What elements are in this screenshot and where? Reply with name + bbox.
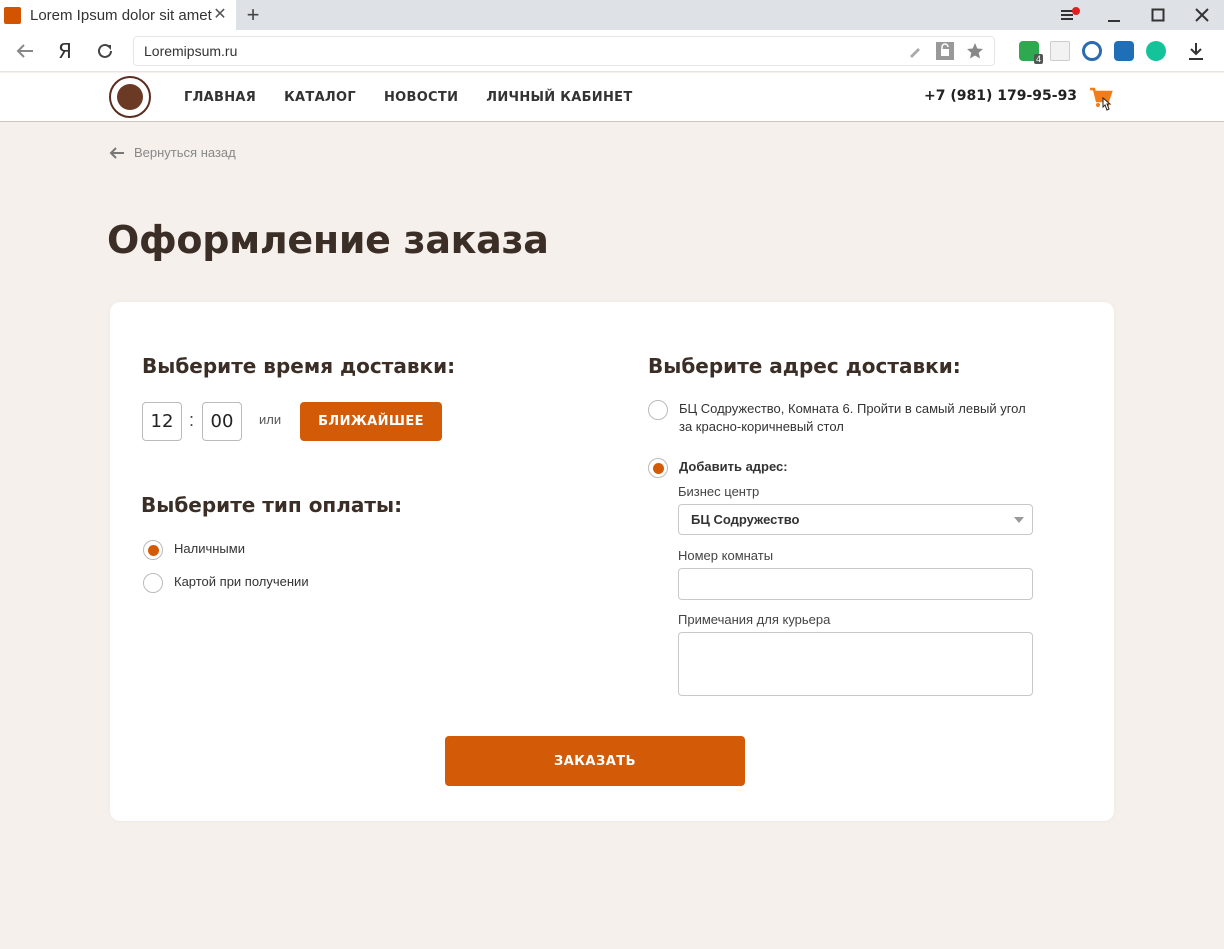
courier-notes-label: Примечания для курьера: [678, 612, 831, 627]
favicon-icon: [4, 6, 21, 24]
add-address-label: Добавить адрес:: [679, 459, 788, 474]
url-text[interactable]: Loremipsum.ru: [134, 43, 904, 59]
bookmark-star-icon[interactable]: [964, 40, 986, 62]
hours-input[interactable]: 12: [142, 402, 182, 441]
radio-saved-address[interactable]: [648, 400, 668, 420]
screenshot-extension-icon[interactable]: [1114, 41, 1134, 61]
arrow-left-icon: [16, 44, 33, 58]
yandex-button[interactable]: Я: [53, 39, 77, 63]
nearest-time-button[interactable]: БЛИЖАЙШЕЕ: [300, 402, 442, 441]
business-center-label: Бизнес центр: [678, 484, 760, 499]
room-number-input[interactable]: [678, 568, 1033, 600]
extension-badge: 4: [1033, 54, 1043, 64]
or-label: или: [259, 412, 282, 427]
nav-catalog[interactable]: КАТАЛОГ: [284, 90, 356, 105]
cart-icon: [1090, 87, 1113, 111]
tab-title: Lorem Ipsum dolor sit amet: [30, 6, 212, 24]
nav-home[interactable]: ГЛАВНАЯ: [184, 90, 256, 105]
downloads-button[interactable]: [1184, 39, 1208, 63]
place-order-button[interactable]: ЗАКАЗАТЬ: [445, 736, 745, 786]
order-form-card: Выберите время доставки: 12 : 00 или БЛИ…: [110, 302, 1114, 821]
business-center-value: БЦ Содружество: [691, 512, 800, 527]
saved-address-option[interactable]: БЦ Содружество, Комната 6. Пройти в самы…: [648, 400, 1038, 436]
adblock-extension-icon[interactable]: 4: [1019, 41, 1043, 64]
payment-option-card[interactable]: Картой при получении: [143, 573, 309, 593]
time-separator: :: [189, 410, 195, 430]
back-button[interactable]: [13, 39, 37, 63]
maximize-button[interactable]: [1136, 0, 1180, 30]
payment-option-cash[interactable]: Наличными: [143, 540, 245, 560]
pen-icon[interactable]: [904, 40, 926, 62]
browser-toolbar: Я Loremipsum.ru 4: [0, 30, 1224, 72]
logo-cup-icon: [117, 84, 143, 110]
menu-icon: [1061, 7, 1080, 20]
arrow-left-icon: [109, 146, 124, 159]
radio-add-address[interactable]: [648, 458, 668, 478]
download-icon: [1189, 43, 1203, 60]
browser-tabbar: Lorem Ipsum dolor sit amet ✕ +: [0, 0, 1224, 30]
business-center-select[interactable]: БЦ Содружество: [678, 504, 1033, 535]
reload-button[interactable]: [93, 39, 117, 63]
add-address-option[interactable]: Добавить адрес:: [648, 458, 788, 478]
coffee-delivery-logo[interactable]: [109, 76, 151, 118]
minimize-icon: [1108, 20, 1120, 22]
payment-option-label: Картой при получении: [174, 574, 309, 589]
maximize-icon: [1151, 8, 1165, 22]
new-tab-button[interactable]: +: [243, 4, 263, 26]
payment-type-title: Выберите тип оплаты:: [141, 493, 403, 517]
saved-address-label: БЦ Содружество, Комната 6. Пройти в самы…: [679, 401, 1026, 434]
nav-news[interactable]: НОВОСТИ: [384, 90, 458, 105]
back-link[interactable]: Вернуться назад: [108, 145, 236, 160]
site-header: ГЛАВНАЯ КАТАЛОГ НОВОСТИ ЛИЧНЫЙ КАБИНЕТ +…: [0, 73, 1224, 122]
grammarly-extension-icon[interactable]: [1146, 41, 1166, 61]
sync-extension-icon[interactable]: [1082, 41, 1102, 61]
protect-icon[interactable]: [934, 40, 956, 62]
delivery-time-title: Выберите время доставки:: [142, 354, 456, 378]
nav-account[interactable]: ЛИЧНЫЙ КАБИНЕТ: [486, 90, 632, 105]
notes-extension-icon[interactable]: [1050, 41, 1070, 61]
radio-cash[interactable]: [143, 540, 163, 560]
chevron-down-icon: [1014, 517, 1024, 523]
delivery-address-title: Выберите адрес доставки:: [648, 354, 961, 378]
phone-number[interactable]: +7 (981) 179-95-93: [924, 88, 1077, 104]
browser-tab[interactable]: Lorem Ipsum dolor sit amet ✕: [0, 0, 236, 30]
page-title: Оформление заказа: [107, 218, 549, 262]
minutes-input[interactable]: 00: [202, 402, 242, 441]
close-window-button[interactable]: [1180, 0, 1224, 30]
payment-option-label: Наличными: [174, 541, 245, 556]
room-number-label: Номер комнаты: [678, 548, 774, 563]
tabs-menu-button[interactable]: [1048, 0, 1092, 30]
url-bar[interactable]: Loremipsum.ru: [133, 36, 995, 66]
reload-icon: [98, 43, 112, 58]
close-icon: [1195, 8, 1209, 22]
back-link-label: Вернуться назад: [134, 145, 236, 160]
minimize-button[interactable]: [1092, 0, 1136, 30]
main-nav: ГЛАВНАЯ КАТАЛОГ НОВОСТИ ЛИЧНЫЙ КАБИНЕТ: [184, 73, 661, 121]
radio-card[interactable]: [143, 573, 163, 593]
courier-notes-textarea[interactable]: [678, 632, 1033, 696]
tab-close-icon[interactable]: ✕: [212, 7, 228, 23]
cart-button[interactable]: [1088, 85, 1118, 115]
